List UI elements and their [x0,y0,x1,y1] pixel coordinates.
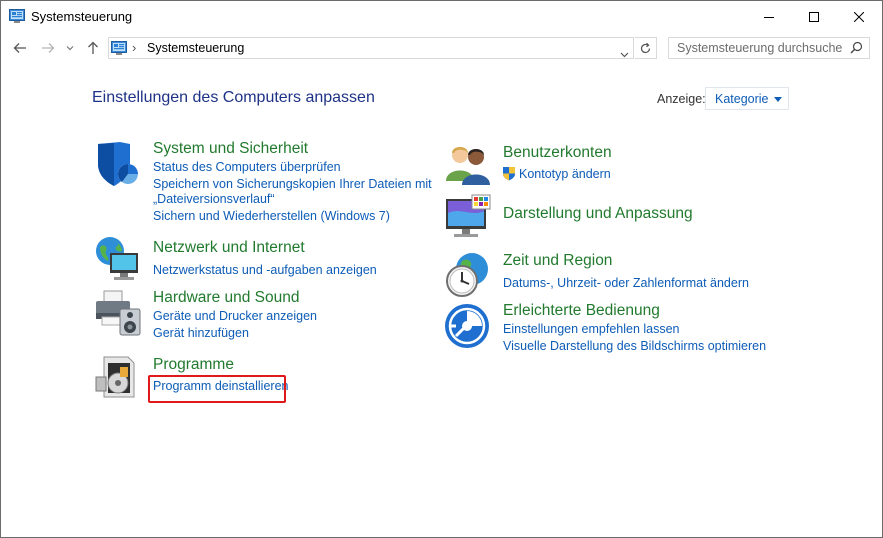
link-optimize-visual-display[interactable]: Visuelle Darstellung des Bildschirms opt… [503,338,766,354]
link-network-status-tasks[interactable]: Netzwerkstatus und -aufgaben anzeigen [153,262,377,278]
recent-locations-button[interactable] [63,38,77,58]
category-title-appearance-personalization[interactable]: Darstellung und Anpassung [503,205,693,223]
link-file-history-backup[interactable]: Speichern von Sicherungskopien Ihrer Dat… [153,176,432,192]
view-dropdown[interactable]: Kategorie [705,87,789,110]
network-globe-icon[interactable] [94,235,142,283]
breadcrumb-separator[interactable]: › [132,40,136,55]
search-box[interactable] [668,37,870,59]
link-backup-restore-win7[interactable]: Sichern und Wiederherstellen (Windows 7) [153,208,390,224]
chevron-down-icon[interactable] [774,97,782,102]
category-title-system-security[interactable]: System und Sicherheit [153,140,308,158]
users-icon[interactable] [444,141,492,189]
search-input[interactable] [677,39,842,57]
close-icon [854,11,864,22]
category-title-time-region[interactable]: Zeit und Region [503,252,612,270]
link-add-device[interactable]: Gerät hinzufügen [153,325,249,341]
maximize-button[interactable] [791,1,837,32]
arrow-left-icon [13,43,26,53]
category-title-user-accounts[interactable]: Benutzerkonten [503,144,612,162]
forward-button[interactable] [38,38,58,58]
navigation-bar: › Systemsteuerung [1,34,882,64]
page-title: Einstellungen des Computers anpassen [92,89,375,106]
shield-icon[interactable] [94,140,142,188]
refresh-button[interactable] [635,37,657,59]
link-devices-printers[interactable]: Geräte und Drucker anzeigen [153,308,317,324]
control-panel-icon [9,9,25,28]
minimize-button[interactable] [746,1,792,32]
uac-shield-icon [502,166,516,186]
accessibility-icon[interactable] [444,302,492,350]
display-palette-icon[interactable] [444,193,492,241]
link-recommend-settings[interactable]: Einstellungen empfehlen lassen [503,321,680,337]
arrow-right-icon [42,43,55,53]
minimize-icon [764,16,774,18]
category-title-network-internet[interactable]: Netzwerk und Internet [153,239,305,257]
clock-globe-icon[interactable] [444,251,492,299]
link-check-computer-status[interactable]: Status des Computers überprüfen [153,159,341,175]
address-bar[interactable]: › Systemsteuerung [108,37,634,59]
link-date-time-number-format[interactable]: Datums-, Uhrzeit- oder Zahlenformat ände… [503,275,749,291]
view-dropdown-value[interactable]: Kategorie [715,92,769,106]
chevron-down-icon[interactable] [620,45,629,63]
control-panel-window: Systemsteuerung › Systemsteuerung System… [0,0,883,538]
arrow-up-icon [88,41,98,54]
breadcrumb-path[interactable]: Systemsteuerung [147,41,244,55]
category-title-hardware-sound[interactable]: Hardware und Sound [153,289,300,307]
view-label: Anzeige: [657,92,706,106]
maximize-icon [809,11,819,22]
printer-speaker-icon[interactable] [94,289,142,337]
highlight-box [148,375,286,403]
refresh-icon [640,42,651,53]
close-button[interactable] [836,1,882,32]
chevron-down-icon [66,46,74,51]
window-title: Systemsteuerung [31,9,133,24]
category-title-ease-of-access[interactable]: Erleichterte Bedienung [503,302,660,320]
link-file-history-backup-cont[interactable]: „Dateiversionsverlauf“ [153,191,275,207]
link-change-account-type[interactable]: Kontotyp ändern [519,166,611,182]
up-button[interactable] [83,38,103,58]
search-icon[interactable] [850,41,863,59]
category-title-programs[interactable]: Programme [153,356,234,374]
programs-disc-icon[interactable] [94,353,142,401]
control-panel-icon [111,41,127,60]
back-button[interactable] [10,38,30,58]
title-bar: Systemsteuerung [1,1,882,33]
